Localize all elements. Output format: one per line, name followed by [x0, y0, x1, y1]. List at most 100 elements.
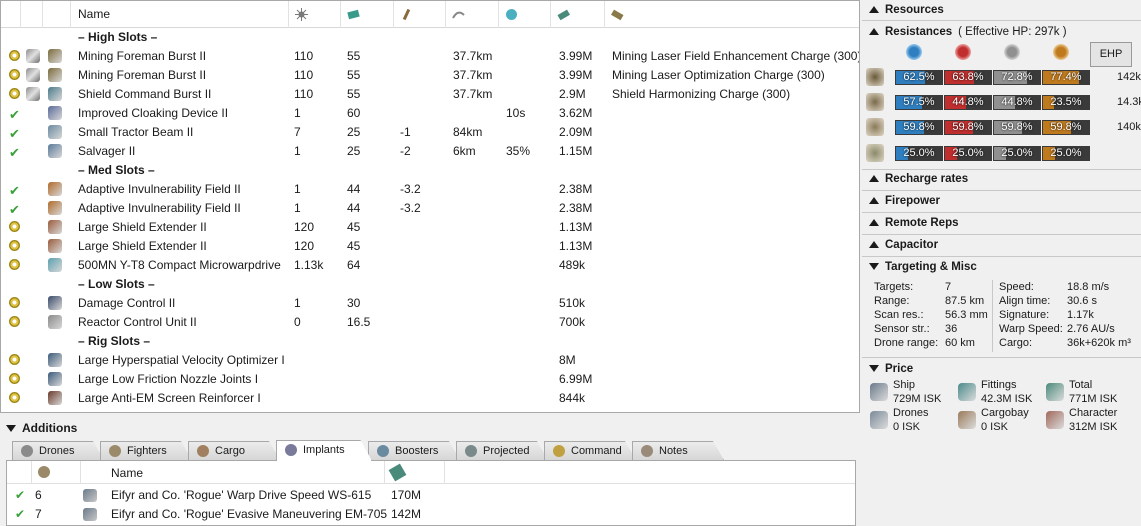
implant-name-header-label: Name: [111, 466, 144, 480]
implant-row[interactable]: ✔ 7 Eifyr and Co. 'Rogue' Evasive Maneuver…: [7, 505, 855, 524]
module-row[interactable]: ✔ Salvager II 1 25 -2 6km 35% 1.15M: [1, 142, 859, 161]
recharge-rates-title: Recharge rates: [885, 173, 969, 185]
online-state-icon[interactable]: [9, 88, 20, 99]
capacitor-section-header[interactable]: Capacitor: [865, 236, 938, 254]
firepower-section-header[interactable]: Firepower: [865, 192, 940, 210]
accuracy-column-header[interactable]: [499, 1, 551, 28]
slot-section-header[interactable]: – Med Slots –: [1, 161, 859, 180]
module-row[interactable]: Large Low Friction Nozzle Joints I 6.99M: [1, 370, 859, 389]
module-row[interactable]: ✔ Small Tractor Beam II 7 25 -1 84km 2.09M: [1, 123, 859, 142]
state-column-header[interactable]: [1, 1, 21, 28]
recharge-rates-section-header[interactable]: Recharge rates: [865, 170, 968, 188]
module-row[interactable]: Reactor Control Unit II 0 16.5 700k: [1, 313, 859, 332]
active-state-icon[interactable]: ✔: [9, 124, 20, 143]
module-row[interactable]: Large Shield Extender II 120 45 1.13M: [1, 237, 859, 256]
tab-drones[interactable]: Drones: [12, 441, 104, 460]
charge-icon-column-header[interactable]: [21, 1, 43, 28]
additions-header[interactable]: Additions: [2, 419, 77, 437]
module-cpu: 110: [294, 49, 314, 63]
slot-section-header[interactable]: – Rig Slots –: [1, 332, 859, 351]
module-row[interactable]: ✔ Adaptive Invulnerability Field II 1 44 -3.…: [1, 180, 859, 199]
remote-reps-section-header[interactable]: Remote Reps: [865, 214, 959, 232]
powergrid-column-header[interactable]: [341, 1, 394, 28]
module-row[interactable]: Large Shield Extender II 120 45 1.13M: [1, 218, 859, 237]
implant-row[interactable]: ✔ 6 Eifyr and Co. 'Rogue' Warp Drive Speed…: [7, 486, 855, 505]
tab-cargo[interactable]: Cargo: [188, 441, 280, 460]
capacitor-column-header[interactable]: [394, 1, 446, 28]
module-icon-column-header[interactable]: [43, 1, 71, 28]
implants-panel[interactable]: Name ✔ 6 Eifyr and Co. 'Rogue' Warp Drive …: [6, 460, 856, 526]
range-column-header[interactable]: [446, 1, 499, 28]
online-state-icon[interactable]: [9, 392, 20, 403]
targeting-section-header[interactable]: Targeting & Misc: [865, 258, 977, 276]
tab-projected[interactable]: Projected: [456, 441, 548, 460]
active-state-icon[interactable]: ✔: [9, 105, 20, 124]
online-state-icon[interactable]: [9, 297, 20, 308]
online-state-icon[interactable]: [9, 50, 20, 61]
active-state-icon[interactable]: ✔: [9, 181, 20, 200]
slot-section-header[interactable]: – Low Slots –: [1, 275, 859, 294]
implant-price-column-header[interactable]: [385, 461, 445, 484]
tab-command[interactable]: Command: [544, 441, 636, 460]
online-state-icon[interactable]: [9, 354, 20, 365]
tab-notes[interactable]: Notes: [632, 441, 724, 460]
targeting-label: Cargo:: [999, 337, 1033, 349]
module-name: Shield Command Burst II: [78, 87, 212, 101]
resistances-section-header[interactable]: Resistances ( Effective HP: 297k ): [865, 23, 1067, 41]
name-column-header[interactable]: Name: [71, 1, 289, 28]
cpu-icon: [295, 8, 308, 21]
slot-section-header[interactable]: – High Slots –: [1, 28, 859, 47]
tab-fighters[interactable]: Fighters: [100, 441, 192, 460]
slot-column-header[interactable]: [31, 461, 81, 484]
online-state-icon[interactable]: [9, 259, 20, 270]
module-name: Large Low Friction Nozzle Joints I: [78, 372, 259, 386]
price-label: Drones: [893, 407, 929, 419]
online-state-icon[interactable]: [9, 69, 20, 80]
module-row[interactable]: Large Anti-EM Screen Reinforcer I 844k: [1, 389, 859, 408]
module-row[interactable]: Large Hyperspatial Velocity Optimizer I 8…: [1, 351, 859, 370]
price-column-header[interactable]: [551, 1, 605, 28]
module-row[interactable]: Mining Foreman Burst II 110 55 37.7km 3.99M M…: [1, 66, 859, 85]
resistance-value: 23.5%: [1050, 96, 1082, 108]
module-name: Damage Control II: [78, 296, 176, 310]
targeting-value: 36k+620k m³: [1067, 337, 1131, 349]
price-value: 42.3M ISK: [981, 393, 1033, 405]
fitting-header: Name: [1, 1, 859, 28]
resources-section-header[interactable]: Resources: [865, 1, 944, 19]
module-icon: [48, 258, 62, 272]
active-state-icon[interactable]: ✔: [15, 505, 25, 524]
module-accuracy: 35%: [506, 144, 531, 158]
active-state-icon[interactable]: ✔: [15, 486, 25, 505]
price-value: 771M ISK: [1069, 393, 1118, 405]
implant-name-column-header[interactable]: Name: [81, 461, 385, 484]
ammo-icon: [611, 9, 624, 21]
tab-implants[interactable]: Implants: [276, 440, 372, 461]
tab-boosters[interactable]: Boosters: [368, 441, 460, 460]
collapse-arrow-icon[interactable]: [6, 425, 16, 433]
module-range: 37.7km: [453, 49, 493, 63]
module-row[interactable]: ✔ Improved Cloaking Device II 1 60 10s 3.62M: [1, 104, 859, 123]
tab-label: Projected: [483, 445, 530, 457]
module-row[interactable]: ✔ Adaptive Invulnerability Field II 1 44 -3.…: [1, 199, 859, 218]
divider: [862, 212, 1141, 213]
online-state-icon[interactable]: [9, 316, 20, 327]
cpu-column-header[interactable]: [289, 1, 341, 28]
module-name: Reactor Control Unit II: [78, 315, 197, 329]
online-state-icon[interactable]: [9, 373, 20, 384]
fitting-table[interactable]: Name – High Slots – Mining Foreman Burst …: [0, 0, 860, 413]
module-price: 8M: [559, 353, 576, 367]
module-row[interactable]: Mining Foreman Burst II 110 55 37.7km 3.99M M…: [1, 47, 859, 66]
active-state-icon[interactable]: ✔: [9, 200, 20, 219]
price-section-header[interactable]: Price: [865, 360, 913, 378]
module-icon: [48, 220, 62, 234]
module-row[interactable]: 500MN Y-T8 Compact Microwarpdrive 1.13k 64…: [1, 256, 859, 275]
active-state-icon[interactable]: ✔: [9, 143, 20, 162]
module-row[interactable]: Shield Command Burst II 110 55 37.7km 2.9M Sh…: [1, 85, 859, 104]
module-row[interactable]: Damage Control II 1 30 510k: [1, 294, 859, 313]
ehp-button[interactable]: EHP: [1090, 42, 1132, 67]
charge-column-header[interactable]: [605, 1, 859, 28]
module-icon: [48, 353, 62, 367]
module-powergrid: 55: [347, 68, 361, 82]
online-state-icon[interactable]: [9, 221, 20, 232]
online-state-icon[interactable]: [9, 240, 20, 251]
